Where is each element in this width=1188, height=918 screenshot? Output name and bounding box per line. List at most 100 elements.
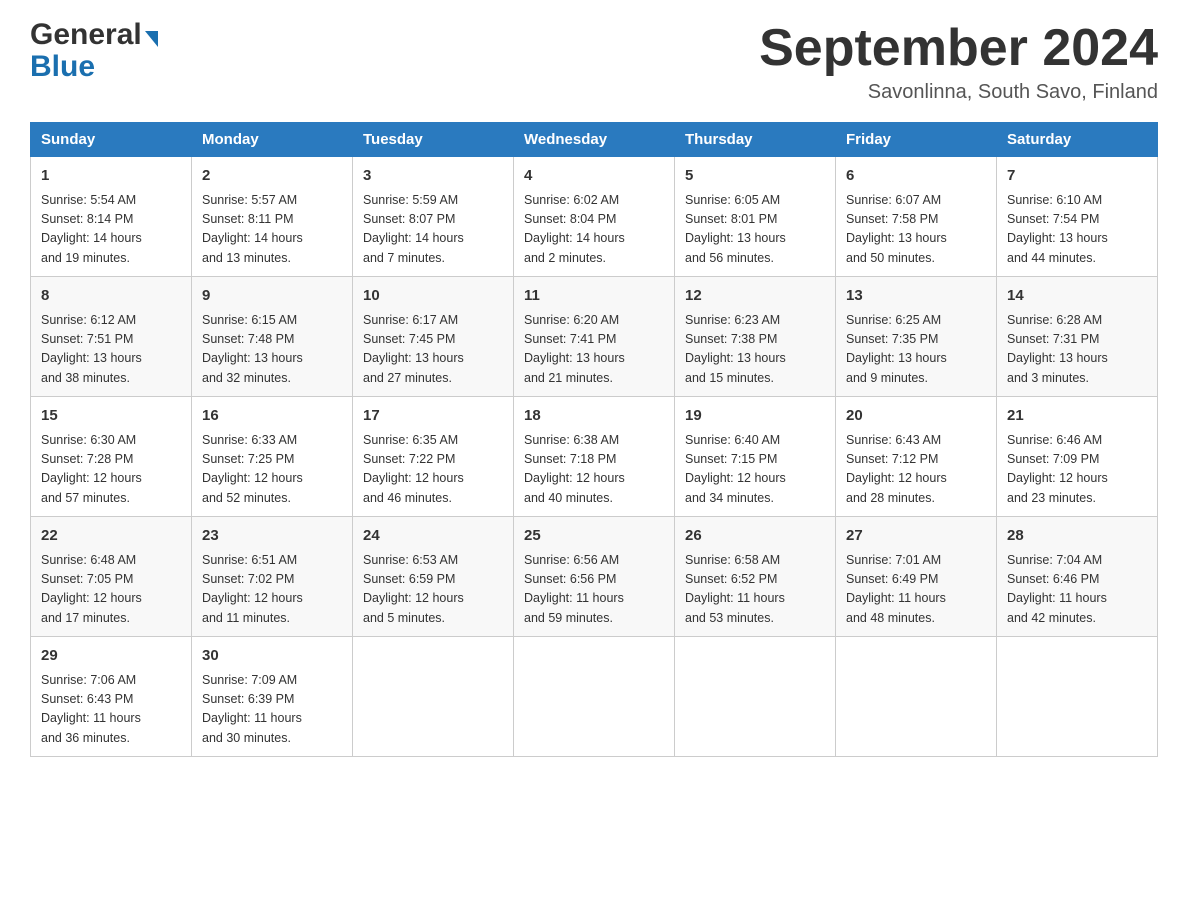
day-number: 10 (363, 285, 503, 308)
day-number: 17 (363, 405, 503, 428)
day-number: 16 (202, 405, 342, 428)
calendar-cell: 13 Sunrise: 6:25 AMSunset: 7:35 PMDayligh… (836, 277, 997, 397)
calendar-cell: 23Sunrise: 6:51 AMSunset: 7:02 PMDayligh… (192, 517, 353, 637)
day-number: 25 (524, 525, 664, 548)
day-info: Sunrise: 7:09 AMSunset: 6:39 PMDaylight:… (202, 671, 342, 749)
calendar-cell: 26Sunrise: 6:58 AMSunset: 6:52 PMDayligh… (675, 517, 836, 637)
day-number: 1 (41, 165, 181, 188)
day-number: 6 (846, 165, 986, 188)
calendar-body: 1 Sunrise: 5:54 AMSunset: 8:14 PMDaylight… (31, 157, 1158, 757)
logo: General Blue (30, 20, 158, 84)
calendar-cell: 20 Sunrise: 6:43 AMSunset: 7:12 PMDayligh… (836, 397, 997, 517)
day-info: Sunrise: 6:33 AMSunset: 7:25 PMDaylight:… (202, 431, 342, 509)
day-info: Sunrise: 6:20 AMSunset: 7:41 PMDaylight:… (524, 311, 664, 389)
day-info: Sunrise: 6:07 AMSunset: 7:58 PMDaylight:… (846, 191, 986, 269)
day-number: 15 (41, 405, 181, 428)
calendar-cell: 19Sunrise: 6:40 AMSunset: 7:15 PMDayligh… (675, 397, 836, 517)
day-number: 4 (524, 165, 664, 188)
day-number: 29 (41, 645, 181, 668)
calendar-cell: 29 Sunrise: 7:06 AMSunset: 6:43 PMDayligh… (31, 637, 192, 757)
calendar-week-1: 1 Sunrise: 5:54 AMSunset: 8:14 PMDaylight… (31, 157, 1158, 277)
day-info: Sunrise: 6:30 AMSunset: 7:28 PMDaylight:… (41, 431, 181, 509)
day-number: 12 (685, 285, 825, 308)
day-info: Sunrise: 5:57 AMSunset: 8:11 PMDaylight:… (202, 191, 342, 269)
calendar-cell: 1 Sunrise: 5:54 AMSunset: 8:14 PMDaylight… (31, 157, 192, 277)
calendar-cell: 30Sunrise: 7:09 AMSunset: 6:39 PMDayligh… (192, 637, 353, 757)
calendar-cell: 10 Sunrise: 6:17 AMSunset: 7:45 PMDayligh… (353, 277, 514, 397)
calendar-cell: 8 Sunrise: 6:12 AMSunset: 7:51 PMDaylight… (31, 277, 192, 397)
calendar-cell: 7 Sunrise: 6:10 AMSunset: 7:54 PMDaylight… (997, 157, 1158, 277)
day-info: Sunrise: 6:12 AMSunset: 7:51 PMDaylight:… (41, 311, 181, 389)
day-number: 24 (363, 525, 503, 548)
day-info: Sunrise: 6:23 AMSunset: 7:38 PMDaylight:… (685, 311, 825, 389)
calendar-cell (836, 637, 997, 757)
day-number: 7 (1007, 165, 1147, 188)
day-number: 18 (524, 405, 664, 428)
col-monday: Monday (192, 123, 353, 157)
day-info: Sunrise: 5:54 AMSunset: 8:14 PMDaylight:… (41, 191, 181, 269)
calendar-cell: 11 Sunrise: 6:20 AMSunset: 7:41 PMDayligh… (514, 277, 675, 397)
calendar-cell: 24 Sunrise: 6:53 AMSunset: 6:59 PMDayligh… (353, 517, 514, 637)
day-info: Sunrise: 6:05 AMSunset: 8:01 PMDaylight:… (685, 191, 825, 269)
page-header: General Blue September 2024 Savonlinna, … (30, 20, 1158, 104)
day-number: 27 (846, 525, 986, 548)
day-number: 20 (846, 405, 986, 428)
day-info: Sunrise: 6:51 AMSunset: 7:02 PMDaylight:… (202, 551, 342, 629)
day-number: 3 (363, 165, 503, 188)
day-info: Sunrise: 6:17 AMSunset: 7:45 PMDaylight:… (363, 311, 503, 389)
day-number: 13 (846, 285, 986, 308)
day-info: Sunrise: 6:38 AMSunset: 7:18 PMDaylight:… (524, 431, 664, 509)
day-number: 21 (1007, 405, 1147, 428)
day-info: Sunrise: 6:53 AMSunset: 6:59 PMDaylight:… (363, 551, 503, 629)
calendar-cell (675, 637, 836, 757)
col-saturday: Saturday (997, 123, 1158, 157)
calendar-cell: 15 Sunrise: 6:30 AMSunset: 7:28 PMDayligh… (31, 397, 192, 517)
calendar-cell: 6 Sunrise: 6:07 AMSunset: 7:58 PMDaylight… (836, 157, 997, 277)
calendar-cell (353, 637, 514, 757)
calendar-cell: 22Sunrise: 6:48 AMSunset: 7:05 PMDayligh… (31, 517, 192, 637)
calendar-cell: 18 Sunrise: 6:38 AMSunset: 7:18 PMDayligh… (514, 397, 675, 517)
day-info: Sunrise: 5:59 AMSunset: 8:07 PMDaylight:… (363, 191, 503, 269)
day-info: Sunrise: 6:58 AMSunset: 6:52 PMDaylight:… (685, 551, 825, 629)
calendar-week-3: 15 Sunrise: 6:30 AMSunset: 7:28 PMDayligh… (31, 397, 1158, 517)
day-info: Sunrise: 7:04 AMSunset: 6:46 PMDaylight:… (1007, 551, 1147, 629)
calendar-cell: 5 Sunrise: 6:05 AMSunset: 8:01 PMDaylight… (675, 157, 836, 277)
day-number: 28 (1007, 525, 1147, 548)
logo-triangle-icon (145, 31, 158, 47)
calendar-header: Sunday Monday Tuesday Wednesday Thursday… (31, 123, 1158, 157)
calendar-cell: 2Sunrise: 5:57 AMSunset: 8:11 PMDaylight… (192, 157, 353, 277)
calendar-table: Sunday Monday Tuesday Wednesday Thursday… (30, 122, 1158, 757)
day-number: 11 (524, 285, 664, 308)
col-sunday: Sunday (31, 123, 192, 157)
calendar-subtitle: Savonlinna, South Savo, Finland (759, 81, 1158, 104)
day-info: Sunrise: 6:10 AMSunset: 7:54 PMDaylight:… (1007, 191, 1147, 269)
day-info: Sunrise: 6:28 AMSunset: 7:31 PMDaylight:… (1007, 311, 1147, 389)
title-area: September 2024 Savonlinna, South Savo, F… (759, 20, 1158, 104)
day-info: Sunrise: 6:15 AMSunset: 7:48 PMDaylight:… (202, 311, 342, 389)
day-info: Sunrise: 6:48 AMSunset: 7:05 PMDaylight:… (41, 551, 181, 629)
calendar-week-2: 8 Sunrise: 6:12 AMSunset: 7:51 PMDaylight… (31, 277, 1158, 397)
day-number: 8 (41, 285, 181, 308)
calendar-cell: 4 Sunrise: 6:02 AMSunset: 8:04 PMDaylight… (514, 157, 675, 277)
day-info: Sunrise: 6:25 AMSunset: 7:35 PMDaylight:… (846, 311, 986, 389)
calendar-cell: 25 Sunrise: 6:56 AMSunset: 6:56 PMDayligh… (514, 517, 675, 637)
calendar-cell (997, 637, 1158, 757)
calendar-cell: 16 Sunrise: 6:33 AMSunset: 7:25 PMDayligh… (192, 397, 353, 517)
day-number: 5 (685, 165, 825, 188)
calendar-cell: 9 Sunrise: 6:15 AMSunset: 7:48 PMDaylight… (192, 277, 353, 397)
calendar-cell: 14Sunrise: 6:28 AMSunset: 7:31 PMDayligh… (997, 277, 1158, 397)
day-info: Sunrise: 7:01 AMSunset: 6:49 PMDaylight:… (846, 551, 986, 629)
day-info: Sunrise: 6:02 AMSunset: 8:04 PMDaylight:… (524, 191, 664, 269)
day-number: 9 (202, 285, 342, 308)
calendar-cell: 17Sunrise: 6:35 AMSunset: 7:22 PMDayligh… (353, 397, 514, 517)
col-wednesday: Wednesday (514, 123, 675, 157)
calendar-cell: 12 Sunrise: 6:23 AMSunset: 7:38 PMDayligh… (675, 277, 836, 397)
day-info: Sunrise: 6:56 AMSunset: 6:56 PMDaylight:… (524, 551, 664, 629)
day-info: Sunrise: 6:43 AMSunset: 7:12 PMDaylight:… (846, 431, 986, 509)
day-number: 19 (685, 405, 825, 428)
day-info: Sunrise: 7:06 AMSunset: 6:43 PMDaylight:… (41, 671, 181, 749)
logo-blue-text: Blue (30, 50, 158, 84)
day-info: Sunrise: 6:46 AMSunset: 7:09 PMDaylight:… (1007, 431, 1147, 509)
calendar-week-5: 29 Sunrise: 7:06 AMSunset: 6:43 PMDayligh… (31, 637, 1158, 757)
col-tuesday: Tuesday (353, 123, 514, 157)
